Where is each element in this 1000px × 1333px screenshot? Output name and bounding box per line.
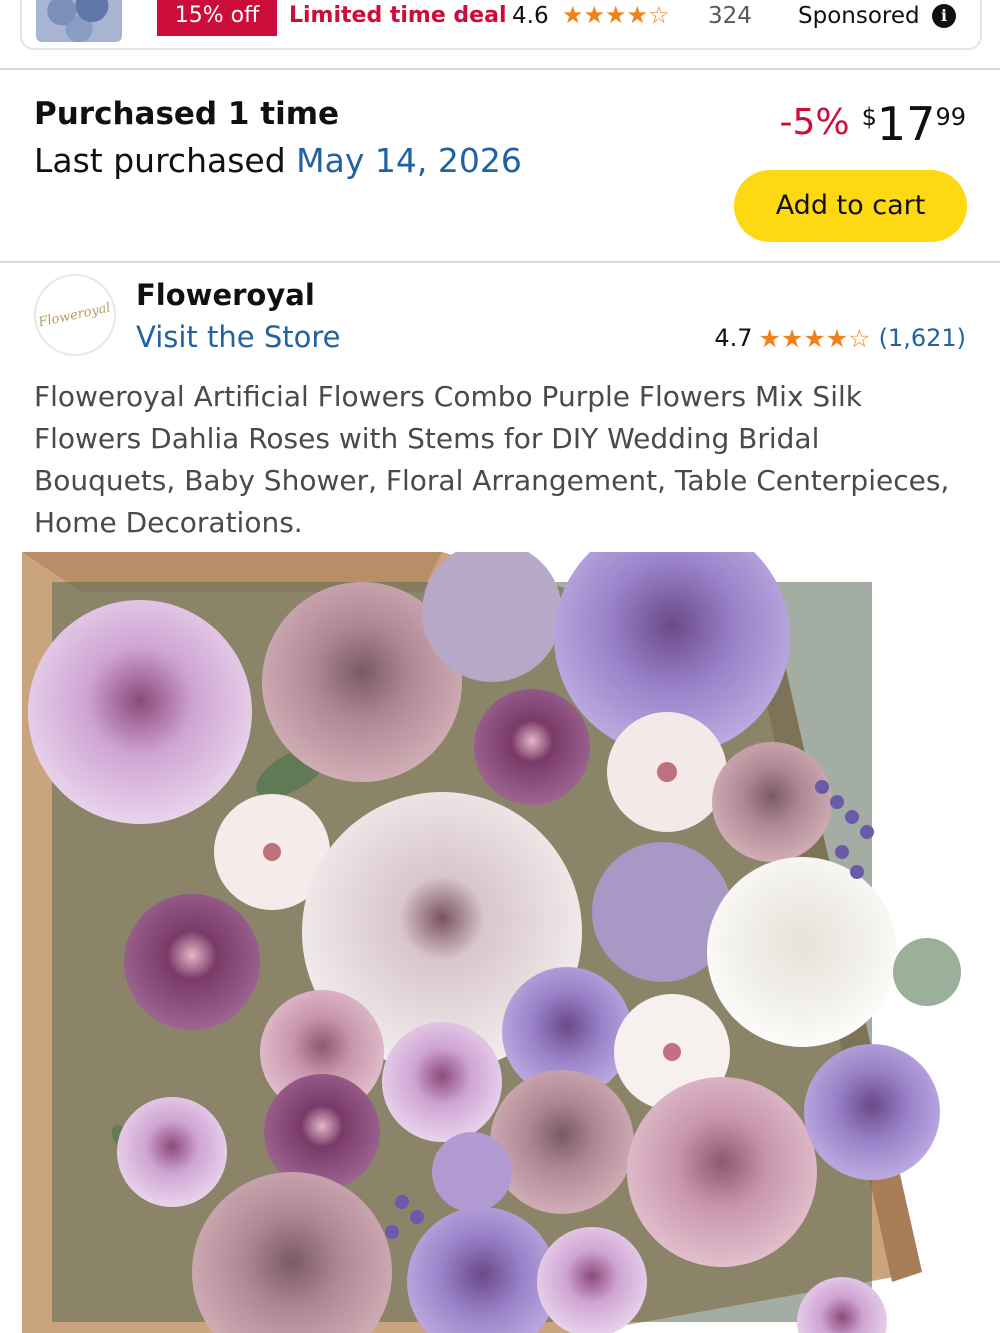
sponsored-product-thumbnail[interactable] bbox=[36, 0, 122, 42]
visit-store-link[interactable]: Visit the Store bbox=[136, 318, 340, 356]
rating-count[interactable]: (1,621) bbox=[879, 324, 966, 352]
info-icon[interactable]: i bbox=[932, 4, 956, 28]
add-to-cart-button[interactable]: Add to cart bbox=[734, 170, 967, 242]
rating-stars[interactable]: ★★★★☆ bbox=[759, 324, 871, 353]
store-logo-text: Floweroyal bbox=[37, 300, 113, 330]
last-purchased-date[interactable]: May 14, 2026 bbox=[296, 141, 522, 180]
sponsored-rating-value: 4.6 bbox=[512, 3, 549, 29]
sponsored-rating-stars[interactable]: ★★★★☆ bbox=[562, 0, 670, 31]
price-block: -5% $ 17 99 bbox=[780, 96, 966, 152]
product-title: Floweroyal Artificial Flowers Combo Purp… bbox=[34, 380, 950, 539]
discount-percentage: -5% bbox=[779, 102, 850, 143]
last-purchased-label: Last purchased bbox=[34, 141, 286, 180]
product-image[interactable] bbox=[22, 552, 1000, 1333]
limited-time-deal-label: Limited time deal bbox=[289, 3, 507, 28]
section-divider bbox=[0, 68, 1000, 70]
price-whole: 17 bbox=[876, 97, 936, 151]
store-logo[interactable]: Floweroyal bbox=[34, 274, 116, 356]
rating-value: 4.7 bbox=[714, 324, 753, 352]
purchase-count: Purchased 1 time bbox=[34, 96, 340, 132]
brand-name: Floweroyal bbox=[136, 278, 315, 312]
sponsored-label: Sponsored bbox=[798, 3, 920, 29]
sponsored-review-count[interactable]: 324 bbox=[708, 0, 752, 32]
price-fraction: 99 bbox=[935, 103, 966, 131]
flower-box-illustration bbox=[22, 552, 1000, 1333]
product-rating[interactable]: 4.7 ★★★★☆ (1,621) bbox=[714, 320, 966, 356]
deal-badge: 15% off bbox=[157, 0, 277, 36]
last-purchased-info: Last purchased May 14, 2026 bbox=[34, 140, 522, 182]
section-divider bbox=[0, 261, 1000, 263]
price-currency: $ bbox=[861, 103, 877, 131]
